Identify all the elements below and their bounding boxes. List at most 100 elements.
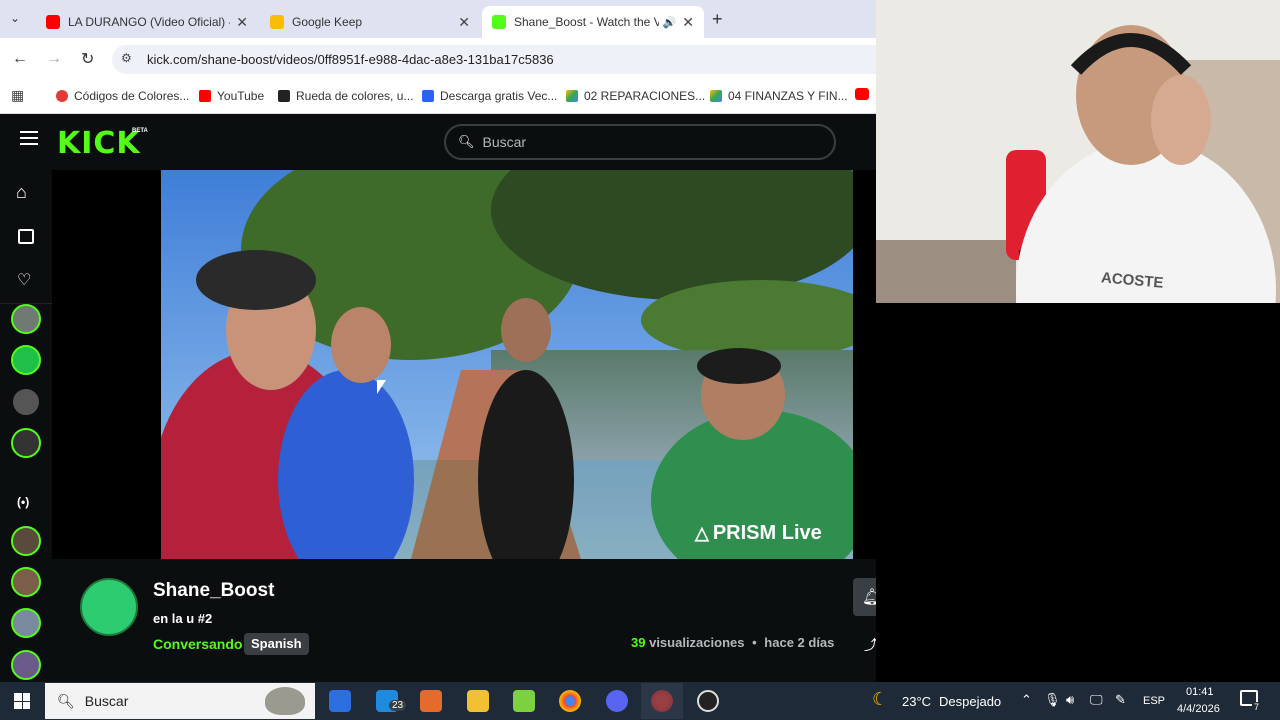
microphone-icon[interactable]: 🎙︎ xyxy=(1044,692,1061,708)
weather-moon-icon: ☾ xyxy=(872,689,889,709)
followed-channel-avatar[interactable] xyxy=(11,428,41,458)
forward-icon[interactable]: → xyxy=(46,50,62,68)
bookmark-descarga-vectores[interactable]: Descarga gratis Vec... xyxy=(422,86,557,106)
channel-name[interactable]: Shane_Boost xyxy=(153,580,274,602)
tab-shane-boost[interactable]: Shane_Boost - Watch the VOD 🔊 ✕ xyxy=(482,6,704,38)
bookmark-codigos-colores[interactable]: Códigos de Colores... xyxy=(56,86,189,106)
search-icon: 🔍︎ xyxy=(458,134,475,149)
video-player[interactable]: △ PRISM Live xyxy=(161,170,853,559)
weather-desc[interactable]: Despejado xyxy=(939,694,1001,709)
bookmark-rueda-colores[interactable]: Rueda de colores, u... xyxy=(278,86,413,106)
followed-channel-avatar[interactable] xyxy=(11,345,41,375)
video-frame-image xyxy=(161,170,853,559)
browser-tab-strip: ⌄ LA DURANGO (Video Oficial) - Y ✕ Googl… xyxy=(0,0,876,38)
prism-live-watermark: △ PRISM Live xyxy=(695,522,822,545)
kick-search-input[interactable]: 🔍︎ Buscar xyxy=(444,124,836,160)
language-tag[interactable]: Spanish xyxy=(244,633,309,655)
recommended-channel-avatar[interactable] xyxy=(11,608,41,638)
bookmark-youtube[interactable]: YouTube xyxy=(199,86,264,106)
stream-title: en la u #2 xyxy=(153,611,213,626)
youtube-icon xyxy=(46,15,60,29)
taskbar-search-input[interactable]: 🔍︎ Buscar xyxy=(45,683,315,719)
kick-sidebar: ⌂ ♡ (•) xyxy=(0,170,52,682)
live-broadcast-icon[interactable]: (•) xyxy=(17,495,29,509)
apps-grid-icon[interactable]: ▦ xyxy=(11,87,24,104)
taskbar-search-placeholder: Buscar xyxy=(84,693,129,709)
google-keep-icon xyxy=(270,15,284,29)
category-link[interactable]: Conversando xyxy=(153,636,242,652)
following-heart-icon[interactable]: ♡ xyxy=(17,270,31,290)
followed-channel-avatar[interactable] xyxy=(11,387,41,417)
browse-icon[interactable] xyxy=(18,229,34,244)
search-placeholder: Buscar xyxy=(482,134,527,150)
search-icon: 🔍︎ xyxy=(57,692,75,709)
network-icon[interactable]: 🖵 xyxy=(1090,692,1103,708)
discord-icon[interactable] xyxy=(606,690,628,712)
file-explorer-icon[interactable] xyxy=(467,690,489,712)
bookmark-label: 02 REPARACIONES... xyxy=(584,89,706,103)
menu-icon[interactable] xyxy=(20,131,38,145)
windows-start-icon[interactable] xyxy=(14,693,30,709)
clock-date[interactable]: 4/4/2026 xyxy=(1177,703,1220,715)
clock-time[interactable]: 01:41 xyxy=(1186,686,1214,698)
tab-list-dropdown-icon[interactable]: ⌄ xyxy=(10,11,20,25)
kick-icon xyxy=(492,15,506,29)
beta-badge: BETA xyxy=(132,128,148,134)
search-highlight-image xyxy=(265,687,305,715)
url-field[interactable]: ⚙ kick.com/shane-boost/videos/0ff8951f-e… xyxy=(112,45,876,74)
close-icon[interactable]: ✕ xyxy=(458,14,470,31)
chrome-icon[interactable] xyxy=(559,690,581,712)
google-drive-icon xyxy=(710,90,722,102)
blank-area xyxy=(876,303,1280,682)
views-row: 39 visualizaciones • hace 2 días xyxy=(631,635,834,650)
bookmark-label: Códigos de Colores... xyxy=(74,89,190,103)
google-drive-icon xyxy=(566,90,578,102)
home-icon[interactable]: ⌂ xyxy=(16,182,27,203)
mail-badge: 23 xyxy=(389,700,407,711)
views-count: 39 xyxy=(631,635,646,650)
recommended-channel-avatar[interactable] xyxy=(11,567,41,597)
tab-title: Shane_Boost - Watch the VOD xyxy=(514,15,659,29)
bookmark-reparaciones[interactable]: 02 REPARACIONES... xyxy=(566,86,705,106)
reload-icon[interactable]: ↻ xyxy=(81,49,94,69)
show-hidden-icons[interactable]: ⌃ xyxy=(1021,692,1032,708)
prism-logo-icon: △ xyxy=(695,523,709,543)
pen-icon[interactable]: ✎ xyxy=(1115,692,1126,708)
bookmark-label: Rueda de colores, u... xyxy=(296,89,414,103)
bookmark-finanzas[interactable]: 04 FINANZAS Y FIN... xyxy=(710,86,848,106)
obs-icon[interactable] xyxy=(697,690,719,712)
kick-logo[interactable]: KICK xyxy=(57,126,141,161)
tab-title: LA DURANGO (Video Oficial) - Y xyxy=(68,15,231,29)
youtube-icon[interactable] xyxy=(855,88,869,100)
mouse-cursor-icon xyxy=(377,380,386,394)
volume-icon[interactable]: 🔊︎ xyxy=(1066,692,1074,708)
time-ago: hace 2 días xyxy=(764,635,835,650)
store-icon[interactable] xyxy=(329,690,351,712)
recommended-channel-avatar[interactable] xyxy=(11,650,41,680)
recommended-channel-avatar[interactable] xyxy=(11,526,41,556)
video-player-app-icon[interactable] xyxy=(420,690,442,712)
android-app-icon[interactable] xyxy=(513,690,535,712)
bookmark-icon xyxy=(278,90,290,102)
views-label: visualizaciones xyxy=(649,635,745,650)
channel-avatar[interactable] xyxy=(80,578,138,636)
close-icon[interactable]: ✕ xyxy=(682,14,694,31)
input-language[interactable]: ESP xyxy=(1143,695,1165,707)
bookmark-icon xyxy=(56,90,68,102)
bookmark-label: 04 FINANZAS Y FIN... xyxy=(728,89,848,103)
tab-google-keep[interactable]: Google Keep ✕ xyxy=(260,6,480,38)
bookmark-label: Descarga gratis Vec... xyxy=(440,89,558,103)
notification-count: 7 xyxy=(1252,702,1262,712)
new-tab-button[interactable]: + xyxy=(712,9,723,30)
followed-channel-avatar[interactable] xyxy=(11,304,41,334)
site-info-icon[interactable]: ⚙ xyxy=(121,51,132,65)
tab-la-durango[interactable]: LA DURANGO (Video Oficial) - Y ✕ xyxy=(36,6,258,38)
url-text: kick.com/shane-boost/videos/0ff8951f-e98… xyxy=(147,52,554,67)
close-icon[interactable]: ✕ xyxy=(236,14,248,31)
back-icon[interactable]: ← xyxy=(12,50,28,68)
player-letterbox xyxy=(52,170,161,559)
active-app-indicator xyxy=(641,683,683,719)
audio-playing-icon[interactable]: 🔊 xyxy=(663,16,677,29)
weather-temp[interactable]: 23°C xyxy=(902,694,931,709)
bookmark-icon xyxy=(422,90,434,102)
